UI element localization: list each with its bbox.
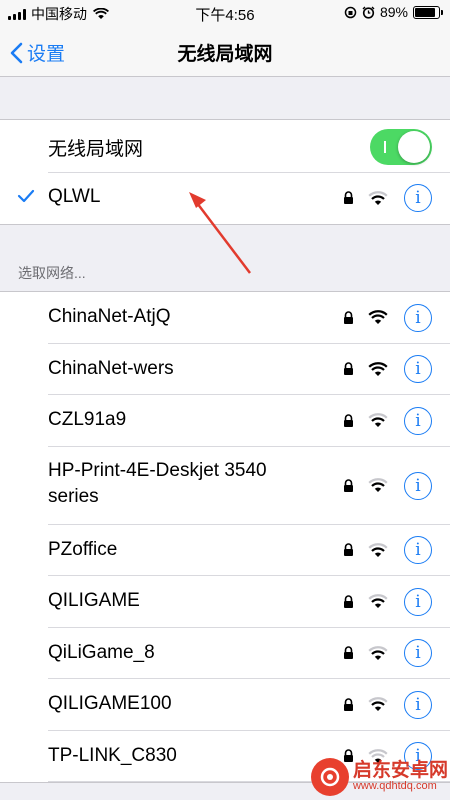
network-row[interactable]: ChinaNet-wers i: [0, 344, 450, 396]
network-name: QILIGAME100: [48, 693, 172, 714]
watermark-title: 启东安卓网: [352, 760, 448, 782]
connected-network-icons: i: [343, 172, 432, 224]
network-row[interactable]: PZoffice i: [0, 525, 450, 577]
network-name: QiLiGame_8: [48, 641, 155, 663]
alarm-icon: [362, 6, 375, 19]
network-name: TP-LINK_C830: [48, 744, 177, 766]
network-row[interactable]: ChinaNet-AtjQ i: [0, 292, 450, 344]
lock-icon: [344, 698, 353, 711]
network-icons: i: [343, 292, 432, 344]
network-name: PZoffice: [48, 538, 118, 560]
status-bar: 中国移动 下午4:56 89%: [0, 0, 450, 26]
info-button[interactable]: i: [404, 639, 432, 668]
wifi-strength-icon: [368, 361, 388, 376]
lock-icon: [344, 414, 353, 427]
wifi-strength-icon: [368, 697, 388, 712]
wifi-strength-icon: [368, 190, 388, 205]
page-title: 无线局域网: [177, 44, 273, 65]
watermark-logo-icon: [310, 758, 349, 796]
wifi-toggle[interactable]: [370, 129, 432, 165]
wifi-strength-icon: [368, 310, 388, 325]
lock-icon: [344, 543, 353, 557]
info-button[interactable]: i: [404, 690, 432, 719]
info-button[interactable]: i: [404, 184, 432, 212]
toggle-knob: [398, 131, 430, 163]
battery-fill: [415, 7, 436, 17]
connected-network-row[interactable]: QLWL i: [0, 172, 450, 224]
wifi-strength-icon: [368, 542, 388, 557]
lock-icon: [344, 646, 353, 660]
network-row[interactable]: QILIGAME100 i: [0, 679, 450, 731]
info-button[interactable]: i: [404, 471, 432, 500]
network-icons: i: [343, 447, 432, 525]
network-list: ChinaNet-AtjQ i ChinaNet-wers i CZL91a9 i HP-P…: [0, 291, 450, 783]
network-row[interactable]: QILIGAME i: [0, 576, 450, 628]
wifi-strength-icon: [368, 413, 388, 428]
info-button[interactable]: i: [404, 587, 432, 616]
network-row[interactable]: CZL91a9 i: [0, 395, 450, 447]
network-icons: i: [343, 344, 432, 396]
section-header: 选取网络...: [18, 265, 86, 281]
lock-icon: [344, 362, 353, 376]
wifi-strength-icon: [368, 594, 388, 609]
info-button[interactable]: i: [404, 536, 432, 565]
checkmark-icon: [17, 189, 35, 203]
network-icons: i: [343, 395, 432, 447]
lock-icon: [344, 595, 353, 608]
network-icons: i: [343, 576, 432, 628]
info-button[interactable]: i: [404, 406, 432, 435]
battery-icon: [413, 5, 443, 19]
network-icons: i: [343, 628, 432, 680]
network-row[interactable]: QiLiGame_8 i: [0, 628, 450, 680]
watermark: 启东安卓网 www.qdhtdq.com: [310, 758, 448, 796]
lock-icon: [344, 478, 353, 492]
watermark-text: 启东安卓网 www.qdhtdq.com: [353, 761, 448, 792]
lock-icon: [344, 191, 353, 204]
network-icons: i: [343, 679, 432, 731]
lock-icon: [344, 311, 353, 324]
nav-bar: 设置 无线局域网: [0, 26, 450, 77]
network-icons: i: [343, 525, 432, 577]
wifi-toggle-row: 无线局域网: [0, 120, 450, 173]
info-button[interactable]: i: [404, 355, 432, 384]
toggle-on-indicator: [384, 141, 386, 153]
wifi-strength-icon: [368, 645, 388, 660]
connected-network-name: QLWL: [48, 186, 101, 207]
network-name: QILIGAME: [48, 590, 140, 611]
network-name: HP-Print-4E-Deskjet 3540 series: [48, 459, 267, 507]
wifi-strength-icon: [368, 478, 388, 492]
watermark-url: www.qdhtdq.com: [352, 780, 437, 793]
network-name: ChinaNet-AtjQ: [48, 306, 171, 327]
battery-percent: 89%: [379, 4, 408, 20]
wifi-toggle-label: 无线局域网: [48, 139, 144, 160]
network-row[interactable]: HP-Print-4E-Deskjet 3540 series i: [0, 447, 450, 525]
wifi-group: 无线局域网 QLWL i: [0, 119, 450, 225]
network-name: ChinaNet-wers: [48, 357, 174, 379]
info-button[interactable]: i: [404, 303, 432, 332]
status-right: 89%: [344, 4, 443, 20]
network-name: CZL91a9: [48, 409, 127, 430]
orientation-lock-icon: [344, 6, 357, 18]
